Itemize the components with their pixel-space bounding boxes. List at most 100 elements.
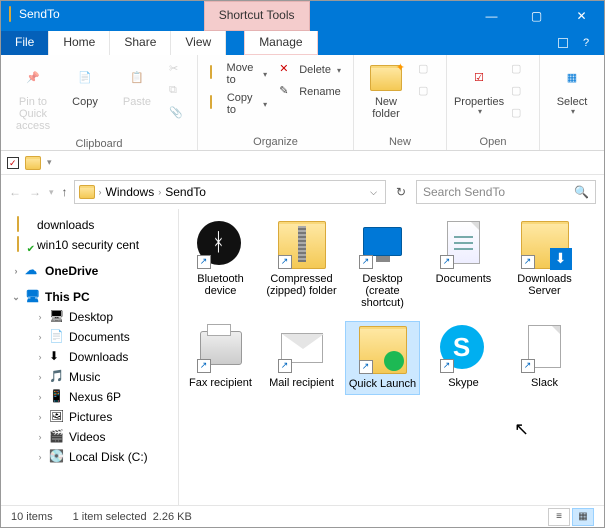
tab-file[interactable]: File — [1, 31, 49, 55]
navpane-item[interactable]: ›📱Nexus 6P — [1, 387, 178, 407]
chevron-right-icon[interactable]: › — [35, 352, 45, 362]
navpane-item[interactable]: ›🖥Desktop — [1, 307, 178, 327]
file-item[interactable]: ⬇↗ Downloads Server — [507, 217, 582, 313]
folder-icon — [1, 1, 19, 31]
clipboard-extras: ✂ ⧉ 📎 — [163, 58, 191, 126]
new-item-button[interactable]: ▢ — [414, 60, 438, 80]
navpane-item[interactable]: ›📄Documents — [1, 327, 178, 347]
navpane-item[interactable]: ›🎵Music — [1, 367, 178, 387]
zip-icon: ↗ — [278, 221, 326, 269]
copy-button[interactable]: 📄 Copy — [59, 58, 111, 112]
navpane-item[interactable]: ›🖼Pictures — [1, 407, 178, 427]
file-item[interactable]: ↗ Quick Launch — [345, 321, 420, 395]
properties-button[interactable]: ☑ Properties — [453, 58, 505, 121]
folder-down-icon: ⬇↗ — [521, 221, 569, 269]
file-item-label: Downloads Server — [509, 273, 580, 297]
search-placeholder: Search SendTo — [423, 185, 505, 199]
rename-icon: ✎ — [279, 84, 295, 100]
tab-view[interactable]: View — [171, 31, 226, 55]
properties-label: Properties — [454, 96, 504, 108]
tab-share[interactable]: Share — [110, 31, 171, 55]
this-pc-node[interactable]: ⌄🖥This PC — [1, 287, 178, 307]
breadcrumb[interactable]: › Windows › SendTo ⌵ — [74, 180, 386, 204]
select-all-checkbox[interactable] — [7, 157, 19, 169]
tab-home[interactable]: Home — [49, 31, 110, 55]
open-button[interactable]: ▢ — [507, 60, 531, 80]
file-item[interactable]: ↗Desktop (create shortcut) — [345, 217, 420, 313]
icons-view-button[interactable]: ▦ — [572, 508, 594, 526]
shortcut-arrow-icon: ↗ — [278, 359, 292, 373]
up-button[interactable]: ↑ — [62, 185, 68, 199]
move-to-button[interactable]: Move to — [206, 60, 271, 88]
shortcut-arrow-icon: ↗ — [521, 255, 535, 269]
breadcrumb-segment[interactable]: Windows — [106, 185, 155, 199]
chevron-right-icon[interactable]: › — [35, 452, 45, 462]
shortcut-arrow-icon: ↗ — [359, 255, 373, 269]
chevron-right-icon[interactable]: › — [35, 392, 45, 402]
paste-shortcut-button[interactable]: 📎 — [165, 104, 189, 124]
navpane-item[interactable]: ›🎬Videos — [1, 427, 178, 447]
chevron-down-icon[interactable]: ⌄ — [11, 292, 21, 303]
chevron-right-icon[interactable]: › — [35, 432, 45, 442]
file-item-label: Quick Launch — [349, 378, 416, 390]
video-icon: 🎬 — [49, 429, 65, 445]
items-view[interactable]: ↖ ᚼ↗Bluetooth device↗Compressed (zipped)… — [179, 209, 604, 521]
shortcut-arrow-icon: ↗ — [359, 360, 373, 374]
file-item[interactable]: ↗Mail recipient — [264, 321, 339, 395]
help-icon[interactable]: ? — [578, 35, 594, 51]
history-dropdown[interactable]: ▾ — [49, 187, 54, 198]
breadcrumb-dropdown[interactable]: ⌵ — [366, 187, 381, 198]
group-new: ✦ New folder ▢ ▢ New — [354, 55, 447, 150]
edit-button[interactable]: ▢ — [507, 82, 531, 102]
refresh-button[interactable]: ↻ — [392, 185, 410, 199]
breadcrumb-segment[interactable]: SendTo — [165, 185, 206, 199]
chevron-right-icon[interactable]: › — [11, 266, 21, 276]
group-label: Clipboard — [7, 136, 191, 152]
search-icon: 🔍 — [574, 185, 589, 199]
details-view-button[interactable]: ≡ — [548, 508, 570, 526]
file-item-label: Bluetooth device — [185, 273, 256, 297]
navpane-item-label: Downloads — [69, 350, 128, 364]
easy-access-button[interactable]: ▢ — [414, 82, 438, 102]
cut-button[interactable]: ✂ — [165, 60, 189, 80]
minimize-button[interactable]: — — [469, 1, 514, 31]
search-input[interactable]: Search SendTo 🔍 — [416, 180, 596, 204]
group-select: ▦ Select — [540, 55, 604, 150]
pin-to-quick-access-button[interactable]: 📌 Pin to Quick access — [7, 58, 59, 136]
file-item[interactable]: S↗Skype — [426, 321, 501, 395]
file-item[interactable]: ᚼ↗Bluetooth device — [183, 217, 258, 313]
copy-path-button[interactable]: ⧉ — [165, 82, 189, 102]
quick-access-item[interactable]: downloads — [1, 215, 178, 235]
history-button[interactable]: ▢ — [507, 104, 531, 124]
file-item[interactable]: ↗Fax recipient — [183, 321, 258, 395]
delete-button[interactable]: ✕Delete — [275, 60, 345, 80]
navpane-item[interactable]: › ⬇ Downloads — [1, 347, 178, 367]
file-item[interactable]: ↗Slack — [507, 321, 582, 395]
rename-button[interactable]: ✎Rename — [275, 82, 345, 102]
chevron-right-icon[interactable]: › — [35, 372, 45, 382]
cursor-icon: ↖ — [514, 419, 529, 440]
tab-manage[interactable]: Manage — [244, 31, 317, 55]
back-button[interactable]: ← — [9, 185, 21, 199]
file-item-label: Skype — [448, 377, 479, 389]
file-item[interactable]: ↗Compressed (zipped) folder — [264, 217, 339, 313]
file-item-label: Slack — [531, 377, 558, 389]
chevron-right-icon[interactable]: › — [35, 412, 45, 422]
onedrive-node[interactable]: ›☁OneDrive — [1, 261, 178, 281]
copy-to-button[interactable]: Copy to — [206, 90, 271, 118]
new-folder-button[interactable]: ✦ New folder — [360, 58, 412, 124]
moveto-icon — [210, 66, 223, 82]
select-button[interactable]: ▦ Select — [546, 58, 598, 121]
paste-button[interactable]: 📋 Paste — [111, 58, 163, 112]
download-icon: ⬇ — [49, 349, 65, 365]
ribbon-collapse-icon[interactable] — [558, 38, 568, 48]
navpane-item-label: Desktop — [69, 310, 113, 324]
quick-access-item[interactable]: ✔win10 security cent — [1, 235, 178, 255]
chevron-right-icon[interactable]: › — [35, 332, 45, 342]
forward-button[interactable]: → — [29, 185, 41, 199]
navpane-item[interactable]: ›💽Local Disk (C:) — [1, 447, 178, 467]
file-item[interactable]: ↗Documents — [426, 217, 501, 313]
close-button[interactable]: ✕ — [559, 1, 604, 31]
chevron-right-icon[interactable]: › — [35, 312, 45, 322]
maximize-button[interactable]: ▢ — [514, 1, 559, 31]
